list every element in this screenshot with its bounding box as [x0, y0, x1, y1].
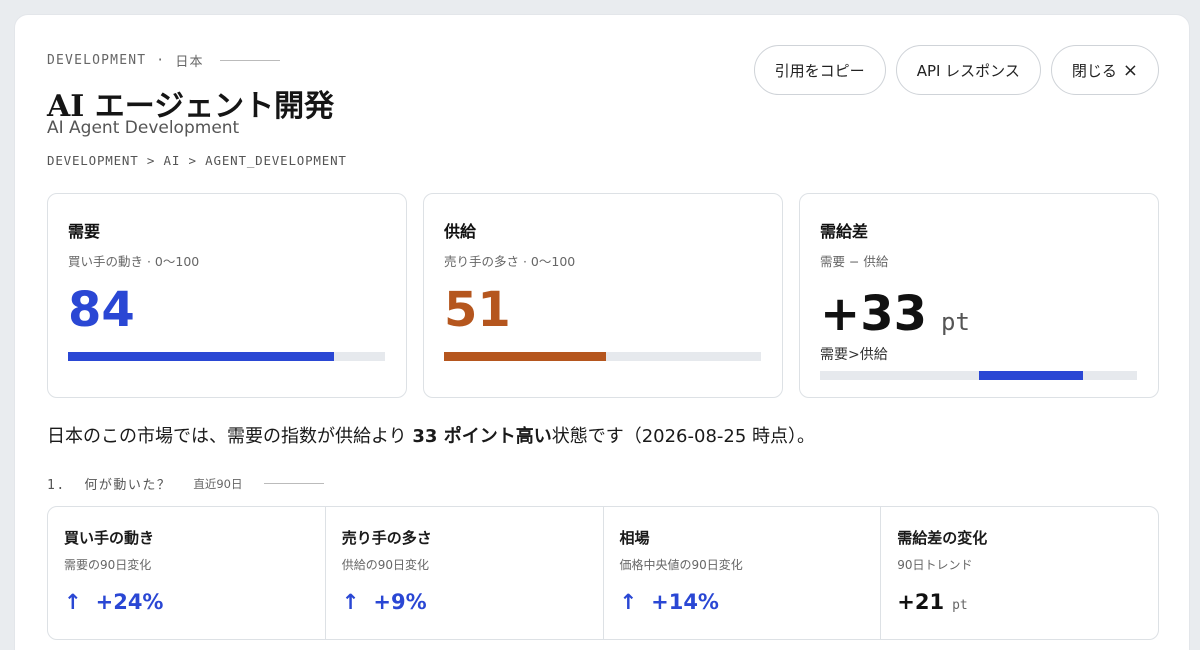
supply-value: 51: [444, 282, 511, 338]
gap-value: +33: [820, 286, 928, 342]
metric-title: 買い手の動き: [64, 529, 155, 547]
section-title: 1. 何が動いた？: [47, 474, 171, 493]
demand-subtitle: 買い手の動き · 0〜100: [68, 254, 200, 269]
detail-panel: DEVELOPMENT · 日本 AI エージェント開発 AI Agent De…: [14, 14, 1190, 650]
metric-subtitle: 供給の90日変化: [341, 558, 430, 572]
arrow-up-icon: ↑: [64, 590, 82, 614]
header-actions: 引用をコピー API レスポンス 閉じる ×: [753, 45, 1159, 95]
kicker-region: 日本: [175, 55, 204, 70]
gap-card: 需給差 需要 − 供給 +33 pt 需要>供給: [799, 193, 1159, 398]
metric-cell: 買い手の動き 需要の90日変化 ↑ +24%: [48, 507, 326, 639]
demand-card: 需要 買い手の動き · 0〜100 84: [47, 193, 407, 398]
section-divider: [264, 483, 325, 484]
kicker-divider: [219, 60, 280, 61]
supply-card: 供給 売り手の多さ · 0〜100 51: [423, 193, 783, 398]
metric-value: +14%: [651, 590, 719, 614]
supply-subtitle: 売り手の多さ · 0〜100: [444, 254, 576, 269]
demand-title: 需要: [68, 222, 101, 241]
metric-title: 売り手の多さ: [341, 529, 432, 547]
demand-bar-fill: [68, 352, 335, 361]
metric-subtitle: 需要の90日変化: [64, 558, 152, 572]
kicker-separator: ·: [156, 53, 166, 68]
gap-value-row: +33 pt: [820, 290, 970, 338]
gap-subtitle: 需要 − 供給: [820, 254, 889, 269]
metric-title: 相場: [619, 529, 650, 547]
gap-bar-fill: [978, 371, 1084, 380]
summary-prefix: 日本のこの市場では、需要の指数が供給より: [47, 426, 413, 447]
metric-subtitle: 90日トレンド: [897, 558, 973, 572]
metric-cell: 売り手の多さ 供給の90日変化 ↑ +9%: [326, 507, 604, 639]
kicker: DEVELOPMENT · 日本: [47, 51, 280, 70]
gap-note: 需要>供給: [820, 347, 888, 363]
metric-subtitle: 価格中央値の90日変化: [619, 558, 743, 572]
section-period: 直近90日: [193, 476, 243, 491]
api-response-button[interactable]: API レスポンス: [895, 45, 1041, 95]
metric-unit: pt: [952, 598, 968, 613]
close-button[interactable]: 閉じる ×: [1050, 45, 1159, 95]
close-label: 閉じる: [1071, 61, 1117, 80]
page-subtitle: AI Agent Development: [47, 118, 240, 138]
metric-value-row: ↑ +14%: [620, 590, 719, 614]
demand-value: 84: [68, 282, 135, 338]
metric-value: +21: [897, 590, 945, 614]
metrics-table: 買い手の動き 需要の90日変化 ↑ +24% 売り手の多さ 供給の90日変化 ↑…: [47, 506, 1159, 640]
arrow-up-icon: ↑: [341, 590, 360, 614]
summary-suffix: 状態です（2026-08-25 時点）。: [551, 426, 816, 447]
demand-bar: [68, 352, 385, 361]
metric-value-row: ↑ +24%: [64, 590, 163, 614]
supply-bar-fill: [444, 352, 606, 361]
gap-unit: pt: [941, 308, 970, 336]
summary-text: 日本のこの市場では、需要の指数が供給より 33 ポイント高い状態です（2026-…: [47, 422, 815, 448]
metric-title: 需給差の変化: [897, 529, 988, 547]
breadcrumb: DEVELOPMENT > AI > AGENT_DEVELOPMENT: [47, 153, 347, 168]
summary-emphasis: 33 ポイント高い: [412, 426, 552, 447]
metric-cell: 需給差の変化 90日トレンド +21 pt: [881, 507, 1158, 639]
gap-title: 需給差: [820, 222, 869, 241]
copy-citation-button[interactable]: 引用をコピー: [753, 45, 886, 95]
section-number: 1.: [47, 478, 66, 493]
supply-title: 供給: [444, 222, 477, 241]
metric-value: +9%: [373, 590, 427, 614]
kicker-category: DEVELOPMENT: [47, 53, 147, 68]
gap-bar: [820, 371, 1137, 380]
metric-value-row: +21 pt: [897, 590, 967, 614]
metric-value: +24%: [95, 590, 164, 614]
arrow-up-icon: ↑: [619, 590, 638, 614]
score-cards: 需要 買い手の動き · 0〜100 84 供給 売り手の多さ · 0〜100 5…: [47, 193, 1159, 398]
supply-bar: [444, 352, 761, 361]
metric-cell: 相場 価格中央値の90日変化 ↑ +14%: [604, 507, 882, 639]
metric-value-row: ↑ +9%: [342, 590, 427, 614]
section-question: 何が動いた？: [84, 478, 172, 493]
section-header: 1. 何が動いた？ 直近90日: [47, 474, 325, 493]
close-icon: ×: [1122, 59, 1138, 81]
